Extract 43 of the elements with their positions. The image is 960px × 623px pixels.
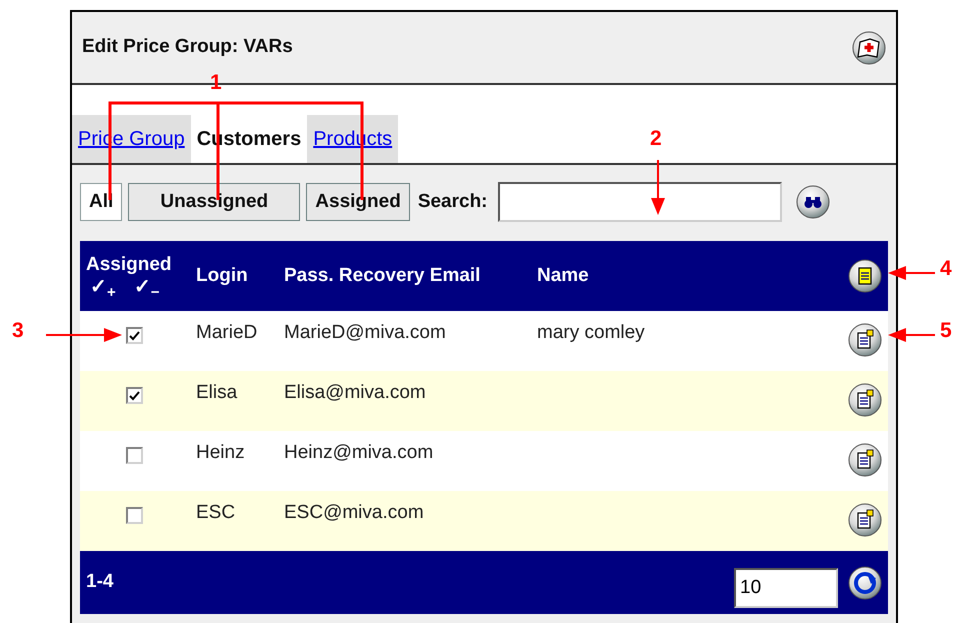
table-cell-text: Heinz@miva.com [284, 441, 434, 465]
table-cell-text: MarieD@miva.com [284, 321, 447, 345]
leader-arrow [888, 328, 935, 342]
search-label: Search: [418, 190, 488, 214]
search-field[interactable] [498, 182, 782, 222]
assign-mark[interactable]: ✓$_{+}$ [90, 276, 116, 298]
callout-number: 2 [650, 128, 662, 149]
document-icon[interactable] [848, 259, 882, 293]
table-cell-text: MarieD [196, 321, 258, 345]
table-cell-text: ESC@miva.com [284, 501, 425, 525]
column-header: Assigned [86, 254, 173, 276]
search-icon[interactable] [796, 185, 830, 219]
table-cell-text: mary comley [537, 321, 645, 345]
column-header: Pass. Recovery Email [284, 264, 482, 288]
checkmark-icon [129, 390, 140, 400]
checkbox[interactable] [126, 387, 143, 404]
map-icon[interactable] [852, 30, 886, 64]
page-range: 1-4 [86, 570, 114, 594]
edit-icon[interactable] [848, 383, 882, 417]
leader-arrow [888, 266, 935, 280]
callout-number: 4 [940, 258, 952, 279]
callout-number: 5 [940, 320, 952, 341]
table-cell-text: Heinz [196, 441, 246, 465]
edit-icon[interactable] [848, 503, 882, 537]
window-title: Edit Price Group: VARs [82, 35, 293, 60]
checkbox[interactable] [126, 507, 143, 524]
callout-number: 3 [12, 320, 24, 341]
edit-icon[interactable] [848, 323, 882, 357]
filter-button[interactable]: Unassigned [128, 183, 300, 221]
assign-mark[interactable]: ✓$_{−}$ [134, 276, 160, 298]
table-cell-text: Elisa [196, 381, 238, 405]
refresh-icon[interactable] [848, 566, 882, 600]
table-cell-text: Elisa@miva.com [284, 381, 427, 405]
checkbox[interactable] [126, 447, 143, 464]
checkmark-icon [129, 330, 140, 340]
column-header: Name [537, 264, 589, 288]
table-cell-text: ESC [196, 501, 236, 525]
checkbox[interactable] [126, 327, 143, 344]
filter-button[interactable]: Assigned [306, 183, 410, 221]
edit-icon[interactable] [848, 443, 882, 477]
leader-arrow [651, 160, 665, 215]
page-size-field[interactable]: 10 [734, 568, 838, 608]
column-header: Login [196, 264, 249, 288]
